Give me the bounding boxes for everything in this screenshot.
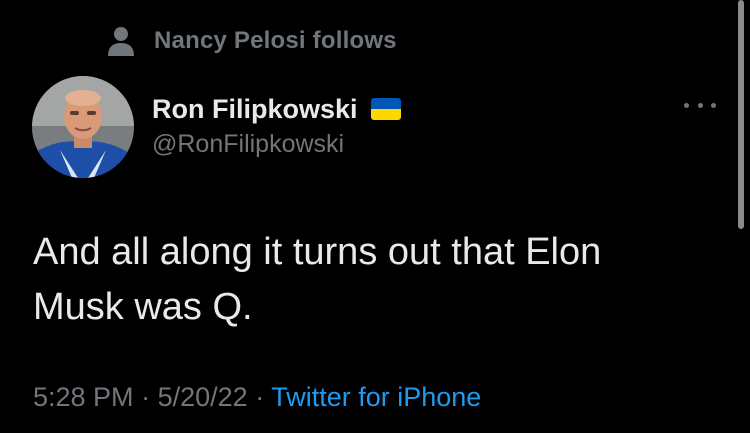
- author-display-name[interactable]: Ron Filipkowski: [152, 94, 358, 125]
- social-context: Nancy Pelosi follows: [106, 26, 397, 56]
- scrollbar[interactable]: [738, 0, 744, 229]
- author-handle[interactable]: @RonFilipkowski: [152, 130, 344, 159]
- social-context-label[interactable]: Nancy Pelosi follows: [154, 27, 397, 55]
- meta-separator: ·: [141, 382, 151, 412]
- tweet-metadata: 5:28 PM · 5/20/22 · Twitter for iPhone: [33, 382, 481, 413]
- author-name-row[interactable]: Ron Filipkowski: [152, 92, 401, 126]
- tweet-text: And all along it turns out that Elon Mus…: [33, 231, 602, 328]
- tweet-source-link[interactable]: Twitter for iPhone: [271, 382, 481, 412]
- person-icon: [108, 27, 134, 56]
- meta-separator: ·: [255, 382, 265, 412]
- more-options-button[interactable]: [684, 95, 716, 115]
- tweet-time[interactable]: 5:28 PM: [33, 382, 134, 412]
- avatar[interactable]: [32, 76, 134, 178]
- ukraine-flag-icon: [370, 98, 401, 120]
- ellipsis-icon: [684, 102, 689, 108]
- tweet-date[interactable]: 5/20/22: [158, 382, 248, 412]
